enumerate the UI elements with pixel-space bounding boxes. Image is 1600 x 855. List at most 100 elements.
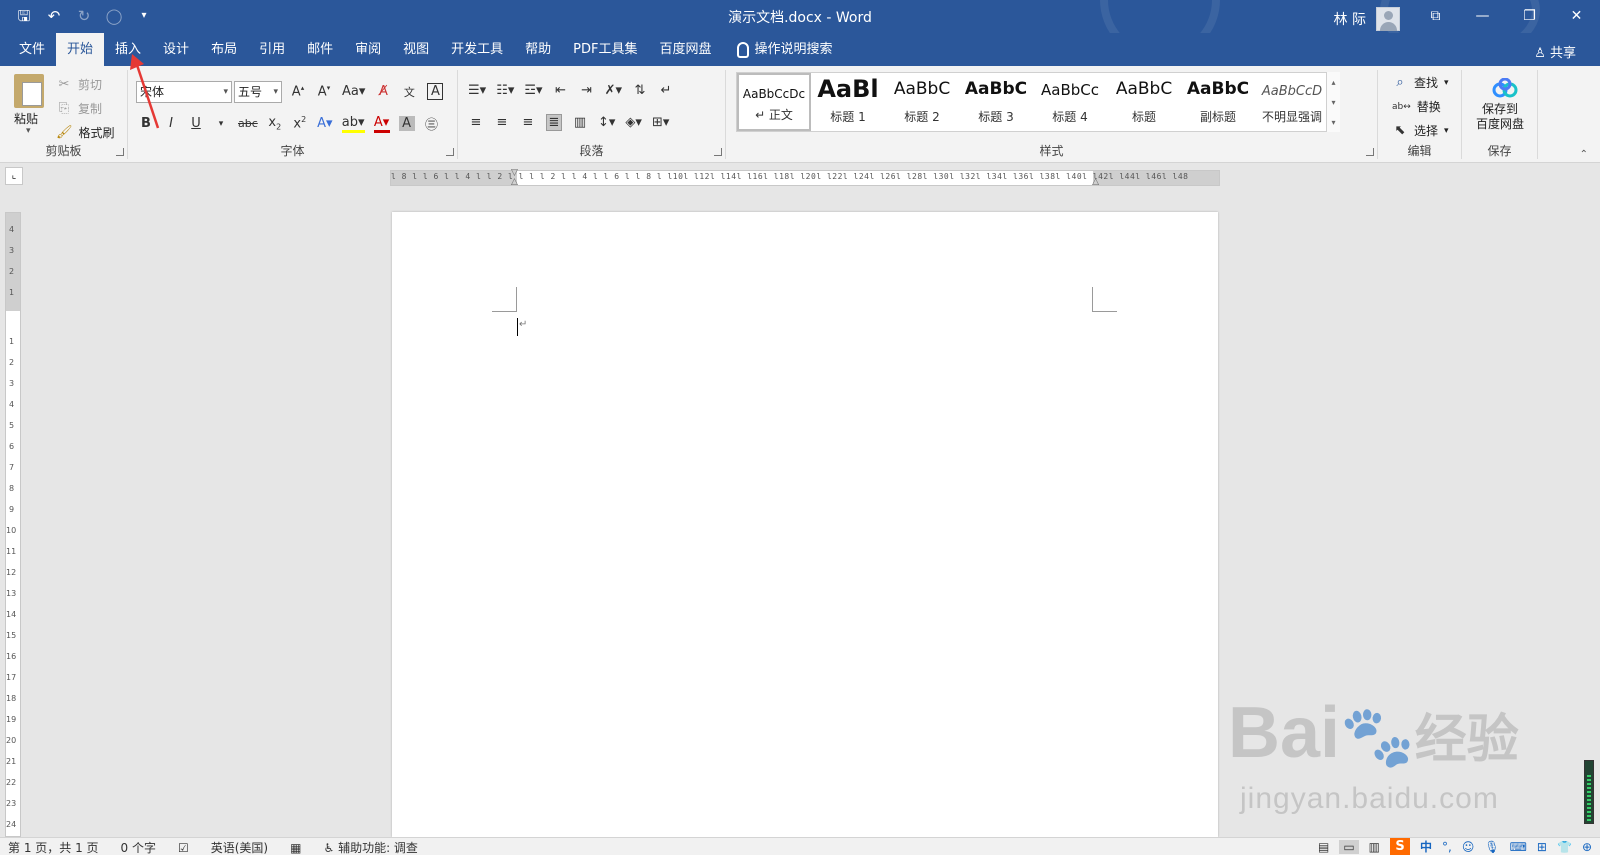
- chevron-down-icon[interactable]: ▾: [1327, 98, 1340, 107]
- style-heading-3[interactable]: AaBbC 标题 3: [959, 73, 1033, 131]
- replace-button[interactable]: ab↔ 替换: [1392, 98, 1441, 115]
- print-layout-icon[interactable]: ▭: [1339, 839, 1359, 854]
- line-spacing-icon[interactable]: ↕▾: [598, 115, 615, 130]
- toolbox-icon[interactable]: ⊕: [1582, 840, 1592, 854]
- chinese-layout-icon[interactable]: ✗▾: [605, 83, 622, 98]
- tab-view[interactable]: 视图: [392, 33, 440, 66]
- accessibility-status[interactable]: ♿ 辅助功能: 调查: [323, 839, 417, 855]
- web-layout-icon[interactable]: ▥: [1369, 840, 1380, 854]
- collapse-ribbon-icon[interactable]: ⌃: [1580, 149, 1588, 160]
- italic-icon[interactable]: I: [163, 116, 179, 131]
- document-page[interactable]: ↵: [392, 212, 1218, 837]
- emoji-icon[interactable]: ☺: [1462, 840, 1475, 854]
- tab-file[interactable]: 文件: [8, 33, 56, 66]
- align-center-icon[interactable]: ≡: [494, 115, 510, 130]
- skin-icon[interactable]: 👕: [1557, 840, 1572, 854]
- change-case-icon[interactable]: Aa▾: [342, 84, 365, 99]
- user-account[interactable]: 林 际: [1334, 7, 1400, 31]
- superscript-icon[interactable]: x2: [292, 115, 308, 131]
- numbering-icon[interactable]: ☷▾: [496, 83, 514, 98]
- align-right-icon[interactable]: ≡: [520, 115, 536, 130]
- tab-review[interactable]: 审阅: [344, 33, 392, 66]
- decrease-indent-icon[interactable]: ⇤: [553, 83, 569, 98]
- vertical-ruler[interactable]: 4 3 2 1 1 2 3 4 5 6 7 8 9 10 11 12 13 14 15 16 17 18 19 20 21 22 2…: [5, 212, 21, 837]
- proofing-icon[interactable]: ☑: [178, 841, 189, 855]
- dialog-launcher-icon[interactable]: [714, 148, 722, 156]
- copy-button[interactable]: ⎘ 复制: [56, 100, 102, 117]
- sort-icon[interactable]: ⇅: [632, 83, 648, 98]
- distributed-icon[interactable]: ▥: [572, 115, 588, 130]
- macro-record-icon[interactable]: ▦: [290, 841, 301, 855]
- style-normal[interactable]: AaBbCcDc ↵ 正文: [737, 73, 811, 131]
- page-count[interactable]: 第 1 页，共 1 页: [8, 839, 99, 855]
- select-button[interactable]: ⬉ 选择 ▾: [1392, 122, 1449, 139]
- sogou-ime-icon[interactable]: S: [1390, 838, 1410, 855]
- dialog-launcher-icon[interactable]: [116, 148, 124, 156]
- tab-pdf-tools[interactable]: PDF工具集: [562, 33, 648, 66]
- more-icon[interactable]: ▾: [1327, 118, 1340, 127]
- font-size-select[interactable]: 五号 ▾: [234, 81, 282, 103]
- tab-developer[interactable]: 开发工具: [440, 33, 514, 66]
- read-mode-icon[interactable]: ▤: [1318, 840, 1329, 854]
- tab-selector-icon[interactable]: ⌞: [5, 167, 23, 185]
- text-effects-icon[interactable]: A▾: [317, 116, 333, 131]
- tab-mailings[interactable]: 邮件: [296, 33, 344, 66]
- ime-mode[interactable]: 中: [1420, 838, 1432, 855]
- enclose-characters-icon[interactable]: ㊂: [424, 114, 440, 133]
- baidu-netdisk-icon[interactable]: [1492, 78, 1518, 98]
- language-indicator[interactable]: 英语(美国): [211, 839, 268, 855]
- character-border-icon[interactable]: A: [427, 83, 444, 100]
- highlight-icon[interactable]: ab▾: [341, 115, 365, 133]
- tell-me-search[interactable]: 操作说明搜索: [723, 33, 833, 66]
- style-heading-1[interactable]: AaBl 标题 1: [811, 73, 885, 131]
- share-button[interactable]: ♙ 共享: [1534, 42, 1576, 61]
- restore-icon[interactable]: ❐: [1506, 0, 1553, 33]
- underline-icon[interactable]: U: [188, 116, 204, 131]
- align-left-icon[interactable]: ≡: [468, 115, 484, 130]
- minimize-icon[interactable]: —: [1459, 0, 1506, 33]
- tab-baidu-netdisk[interactable]: 百度网盘: [649, 33, 723, 66]
- show-marks-icon[interactable]: ↵: [658, 83, 674, 98]
- strikethrough-icon[interactable]: abc: [238, 117, 258, 130]
- paste-button[interactable]: 粘贴: [14, 110, 38, 127]
- paste-dropdown-icon[interactable]: ▾: [26, 126, 31, 136]
- dialog-launcher-icon[interactable]: [1366, 148, 1374, 156]
- grid-icon[interactable]: ⊞: [1537, 840, 1547, 854]
- right-indent-icon[interactable]: △: [1092, 177, 1099, 187]
- character-shading-icon[interactable]: A: [398, 116, 415, 131]
- font-color-icon[interactable]: A▾: [373, 115, 390, 133]
- style-title[interactable]: AaBbC 标题: [1107, 73, 1181, 131]
- find-button[interactable]: ⌕ 查找 ▾: [1392, 74, 1448, 91]
- style-subtitle[interactable]: AaBbC 副标题: [1181, 73, 1255, 131]
- borders-icon[interactable]: ⊞▾: [652, 115, 669, 130]
- dropdown-icon[interactable]: ▾: [213, 119, 229, 129]
- horizontal-ruler[interactable]: l 8 l l 6 l l 4 l l 2 l l l l 2 l l 4 l …: [390, 168, 1220, 187]
- tab-layout[interactable]: 布局: [200, 33, 248, 66]
- style-heading-2[interactable]: AaBbC 标题 2: [885, 73, 959, 131]
- increase-indent-icon[interactable]: ⇥: [579, 83, 595, 98]
- multilevel-list-icon[interactable]: ☲▾: [524, 83, 542, 98]
- cut-button[interactable]: ✂ 剪切: [56, 76, 102, 93]
- close-icon[interactable]: ✕: [1553, 0, 1600, 33]
- style-heading-4[interactable]: AaBbCc 标题 4: [1033, 73, 1107, 131]
- tab-help[interactable]: 帮助: [514, 33, 562, 66]
- tab-home[interactable]: 开始: [56, 33, 105, 66]
- tab-references[interactable]: 引用: [248, 33, 296, 66]
- subscript-icon[interactable]: x2: [267, 115, 283, 132]
- bullets-icon[interactable]: ☰▾: [468, 83, 486, 98]
- paste-icon[interactable]: [14, 74, 44, 108]
- avatar[interactable]: [1376, 7, 1400, 31]
- chevron-up-icon[interactable]: ▴: [1327, 78, 1340, 87]
- dialog-launcher-icon[interactable]: [446, 148, 454, 156]
- justify-icon[interactable]: ≣: [546, 114, 562, 131]
- ime-punct[interactable]: °,: [1442, 840, 1452, 854]
- grow-font-icon[interactable]: A▴: [290, 84, 306, 99]
- word-count[interactable]: 0 个字: [121, 839, 156, 855]
- save-to-baidu-button[interactable]: 保存到 百度网盘: [1462, 102, 1538, 132]
- phonetic-guide-icon[interactable]: 文: [401, 84, 417, 100]
- microphone-icon[interactable]: 🎙: [1484, 840, 1499, 854]
- keyboard-icon[interactable]: ⌨: [1510, 840, 1527, 854]
- clear-formatting-icon[interactable]: A̸: [375, 84, 391, 99]
- format-painter-button[interactable]: 🖌 格式刷: [56, 124, 115, 141]
- style-subtle-emphasis[interactable]: AaBbCcD 不明显强调: [1255, 73, 1329, 131]
